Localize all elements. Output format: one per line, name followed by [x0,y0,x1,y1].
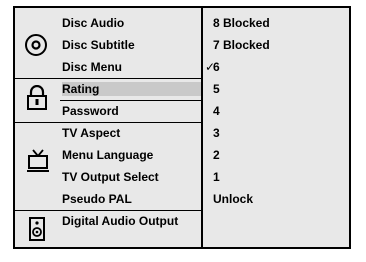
menu-item-disc-subtitle[interactable]: Disc Subtitle [62,38,135,52]
menu-item-password[interactable]: Password [62,104,119,118]
tv-icon [27,149,49,176]
disc-icon [24,33,48,60]
group-divider [15,78,201,79]
menu-category-pane: Disc Audio Disc Subtitle Disc Menu Ratin… [15,8,201,247]
menu-item-pseudo-pal[interactable]: Pseudo PAL [62,192,132,206]
lock-icon [26,84,48,114]
option-5[interactable]: 5 [213,82,220,96]
option-6[interactable]: ✓6 [205,60,220,74]
menu-item-disc-audio[interactable]: Disc Audio [62,16,124,30]
option-unlock[interactable]: Unlock [213,192,253,206]
option-1[interactable]: 1 [213,170,220,184]
option-label: 6 [213,60,220,74]
menu-item-disc-menu[interactable]: Disc Menu [62,60,122,74]
option-7-blocked[interactable]: 7 Blocked [213,38,270,52]
option-2[interactable]: 2 [213,148,220,162]
group-divider [15,122,201,123]
option-8-blocked[interactable]: 8 Blocked [213,16,270,30]
option-4[interactable]: 4 [213,104,220,118]
menu-item-tv-aspect[interactable]: TV Aspect [62,126,120,140]
group-divider [15,210,201,211]
menu-item-digital-audio-output[interactable]: Digital Audio Output [62,214,178,228]
rating-options-pane: 8 Blocked 7 Blocked ✓6 5 4 3 2 1 Unlock [203,8,349,247]
item-divider [60,100,201,101]
menu-item-rating[interactable]: Rating [62,82,201,96]
check-icon: ✓ [205,60,216,74]
settings-menu-frame: Disc Audio Disc Subtitle Disc Menu Ratin… [13,6,351,249]
option-3[interactable]: 3 [213,126,220,140]
menu-item-tv-output-select[interactable]: TV Output Select [62,170,159,184]
speaker-icon [29,217,45,244]
menu-item-menu-language[interactable]: Menu Language [62,148,153,162]
